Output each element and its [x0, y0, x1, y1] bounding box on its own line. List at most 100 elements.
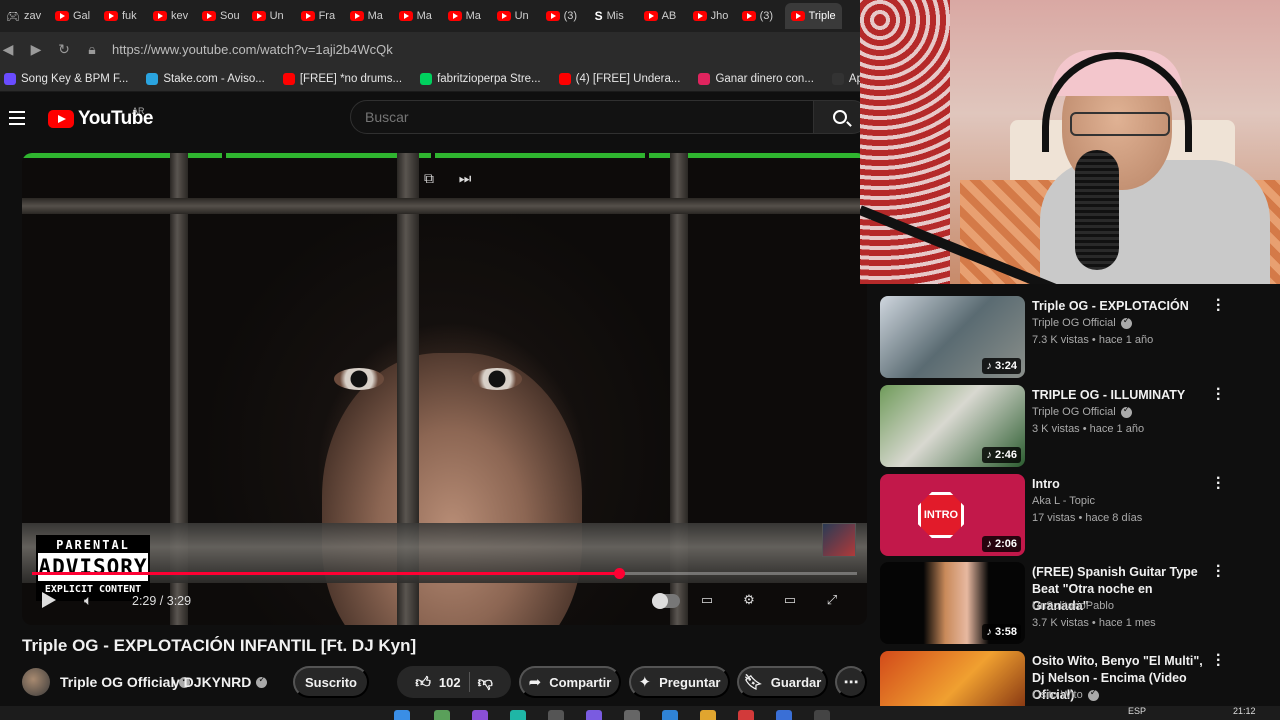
browser-tab[interactable]: Un	[246, 3, 295, 29]
browser-tab[interactable]: Sou	[196, 3, 246, 29]
collaborator-name[interactable]: y DJKYNRD	[172, 674, 268, 690]
taskbar-app-icon[interactable]	[586, 710, 602, 720]
more-vertical-icon[interactable]: · · ·	[1216, 382, 1226, 408]
bookmark-item[interactable]: [FREE] *no drums...	[282, 72, 402, 85]
browser-tab[interactable]: Ma	[344, 3, 393, 29]
fullscreen-icon[interactable]: ⤢	[821, 591, 843, 609]
share-button[interactable]: ➦ Compartir	[519, 666, 621, 698]
ask-button[interactable]: ✦ Preguntar	[629, 666, 730, 698]
taskbar-app-icon[interactable]	[434, 710, 450, 720]
browser-tab[interactable]: (3)	[540, 3, 589, 29]
recommendations-sidebar: ♪ 3:24 Triple OG - EXPLOTACIÓN Triple OG O…	[872, 284, 1280, 720]
folder-icon[interactable]	[700, 710, 716, 720]
video-thumbnail[interactable]: ♪ 3:58	[880, 562, 1025, 644]
browser-tab[interactable]: (3)	[736, 3, 785, 29]
browser-tab[interactable]: Un	[491, 3, 540, 29]
bookmark-item[interactable]: Stake.com - Aviso...	[146, 72, 265, 85]
recommended-channel[interactable]: UnSolitarioPablo	[1032, 600, 1114, 612]
browser-tab[interactable]: S Mis	[589, 3, 638, 29]
miniplayer-icon[interactable]: ⧉	[420, 169, 438, 187]
recommended-channel[interactable]: Osito Wito	[1032, 688, 1099, 701]
taskbar-app-icon[interactable]	[510, 710, 526, 720]
browser-tab[interactable]: Ma	[442, 3, 491, 29]
browser-tab[interactable]: Fra	[295, 3, 344, 29]
hamburger-menu-icon[interactable]	[9, 111, 25, 125]
reload-icon[interactable]: ↻	[56, 41, 72, 58]
windows-start-icon[interactable]	[394, 710, 410, 720]
browser-tab[interactable]: AB	[638, 3, 687, 29]
browser-tab[interactable]: Gal	[49, 3, 98, 29]
channel-name[interactable]: Triple OG Official	[60, 674, 191, 690]
taskbar-app-icon[interactable]	[624, 710, 640, 720]
url-field[interactable]: https://www.youtube.com/watch?v=1aji2b4W…	[112, 42, 393, 57]
taskbar-app-icon[interactable]	[472, 710, 488, 720]
recommended-channel[interactable]: Triple OG Official	[1032, 316, 1132, 329]
back-arrow-icon[interactable]: ◀	[0, 41, 16, 58]
video-thumbnail[interactable]: INTRO ♪ 2:06	[880, 474, 1025, 556]
webcam-overlay	[860, 0, 1280, 284]
youtube-favicon-icon	[398, 11, 413, 21]
browser-tab[interactable]: fuk	[98, 3, 147, 29]
stop-sign-thumbnail: INTRO	[918, 492, 964, 538]
recommended-video[interactable]: ♪ 3:58 (FREE) Spanish Guitar Type Beat "O…	[880, 559, 1280, 644]
lock-icon[interactable]: 🔒︎	[84, 41, 100, 58]
recommended-video[interactable]: ♪ 2:46 TRIPLE OG - ILLUMINATY Triple OG Of…	[880, 382, 1280, 467]
play-icon[interactable]	[42, 592, 56, 608]
recommended-video[interactable]: ♪ 3:24 Triple OG - EXPLOTACIÓN Triple OG O…	[880, 293, 1280, 378]
video-thumbnail[interactable]: ♪ 2:46	[880, 385, 1025, 467]
taskbar-app-icon[interactable]	[776, 710, 792, 720]
bookmark-item[interactable]: (4) [FREE] Undera...	[558, 72, 680, 85]
volume-icon[interactable]: 🔈︎	[84, 592, 98, 608]
collaborator-name-text: y DJKYNRD	[172, 674, 252, 690]
taskbar-app-icon[interactable]	[738, 710, 754, 720]
bookmark-item[interactable]: fabritzioperpa Stre...	[420, 72, 541, 85]
browser-tab[interactable]: Ma	[393, 3, 442, 29]
bookmark-item[interactable]: Apuestas	[831, 72, 860, 85]
next-track-icon[interactable]: ⏭︎	[456, 169, 474, 187]
autoplay-toggle[interactable]	[652, 593, 680, 609]
forward-arrow-icon[interactable]: ▶	[28, 41, 44, 58]
browser-tab[interactable]: 🎮︎ zav	[0, 3, 49, 29]
browser-tab[interactable]: Triple	[784, 3, 842, 29]
bookmark-item[interactable]: Song Key & BPM F...	[4, 72, 128, 85]
more-vertical-icon[interactable]: · · ·	[1216, 648, 1226, 674]
subscribed-button[interactable]: Suscrito	[293, 666, 369, 698]
video-frame-eye	[472, 368, 522, 390]
theater-mode-icon[interactable]: ▭	[779, 591, 801, 609]
more-vertical-icon[interactable]: · · ·	[1216, 559, 1226, 585]
microphone-icon	[1075, 150, 1119, 270]
video-player[interactable]: PARENTAL ADVISORY EXPLICIT CONTENT ⧉ ⏭︎ …	[22, 153, 867, 625]
endscreen-video-thumbnail[interactable]	[822, 523, 856, 557]
advisory-line-1: PARENTAL	[38, 537, 148, 553]
more-actions-button[interactable]: ⋯	[835, 666, 867, 698]
taskbar-clock[interactable]: 21:12	[1233, 706, 1256, 716]
recommended-video-title[interactable]: Triple OG - EXPLOTACIÓN	[1032, 298, 1210, 315]
like-button[interactable]: 👍︎ 102	[415, 673, 460, 692]
settings-gear-icon[interactable]: ⚙︎	[738, 591, 760, 609]
more-vertical-icon[interactable]: · · ·	[1216, 471, 1226, 497]
video-thumbnail[interactable]: ♪ 3:24	[880, 296, 1025, 378]
recommended-video[interactable]: INTRO ♪ 2:06 Intro Aka L - Topic 17 vistas •…	[880, 471, 1280, 556]
duration-badge: ♪ 3:58	[982, 624, 1021, 640]
browser-tab[interactable]: Jho	[687, 3, 736, 29]
more-vertical-icon[interactable]: · · ·	[1216, 293, 1226, 319]
progress-bar[interactable]	[32, 568, 857, 579]
search-input[interactable]	[350, 100, 814, 134]
recommended-channel[interactable]: Aka L - Topic	[1032, 495, 1095, 507]
dislike-button-thumbs-down-icon[interactable]: 👎︎	[478, 673, 493, 692]
channel-avatar[interactable]	[22, 668, 50, 696]
taskbar-app-icon[interactable]	[662, 710, 678, 720]
save-button[interactable]: 🔖︎ Guardar	[737, 666, 828, 698]
recommended-video-title[interactable]: Intro	[1032, 476, 1210, 493]
recommended-video-title[interactable]: TRIPLE OG - ILLUMINATY	[1032, 387, 1210, 404]
taskbar-app-icon[interactable]	[814, 710, 830, 720]
recommended-channel[interactable]: Triple OG Official	[1032, 405, 1132, 418]
sparkle-icon: ✦	[638, 673, 652, 691]
recommended-meta: 17 vistas • hace 8 días	[1032, 512, 1143, 524]
like-count: 102	[438, 674, 461, 690]
browser-tab[interactable]: kev	[147, 3, 196, 29]
taskbar-app-icon[interactable]	[548, 710, 564, 720]
bookmark-item[interactable]: Ganar dinero con...	[698, 72, 814, 85]
keyboard-language[interactable]: ESP	[1128, 706, 1146, 716]
subtitles-icon[interactable]: ▭	[696, 591, 718, 609]
